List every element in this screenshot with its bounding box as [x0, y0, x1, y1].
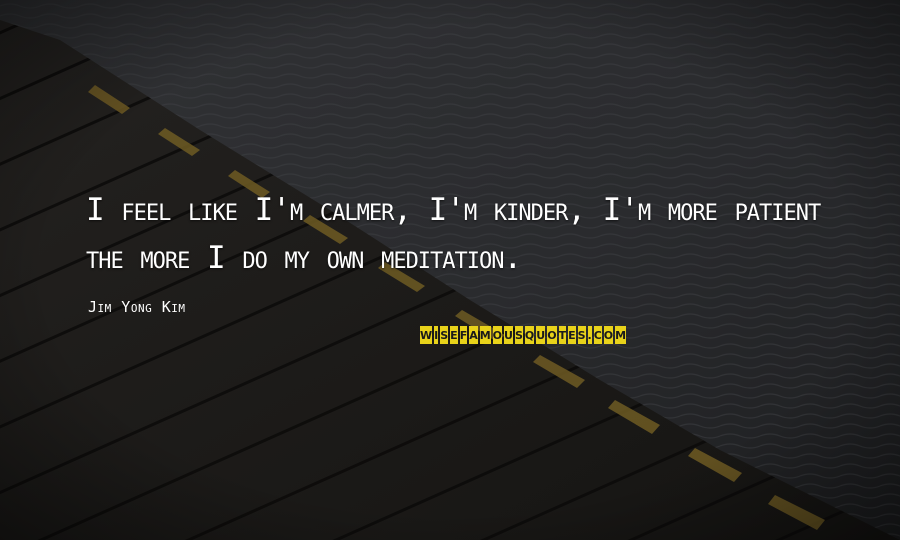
watermark-letter-tile: T [558, 326, 567, 344]
watermark-letter-tile: C [593, 326, 602, 344]
watermark-letter-tile: O [547, 326, 557, 344]
watermark-letter-tile: S [577, 326, 586, 344]
quote-author: Jim Yong Kim [88, 298, 186, 316]
watermark-letter-tile: U [536, 326, 546, 344]
watermark-letter-tile: M [615, 326, 627, 344]
watermark-letter-tile: A [469, 326, 478, 344]
watermark-letter-tile: F [459, 326, 468, 344]
watermark-letter-tile: W [420, 326, 433, 344]
watermark-letter-tile: O [603, 326, 614, 344]
watermark-letter-tile: M [479, 326, 491, 344]
watermark-letter-tile: U [504, 326, 513, 344]
wisefamousquotes-watermark-logo: WISEFAMOUSQUOTES.COM [420, 326, 627, 344]
watermark-letter-tile: S [514, 326, 523, 344]
watermark-letter-tile: I [434, 326, 439, 344]
watermark-letter-tile: Q [524, 326, 535, 344]
watermark-letter-tile: S [440, 326, 449, 344]
watermark-letter-tile: E [568, 326, 576, 344]
quote-text: I feel like I'm calmer, I'm kinder, I'm … [86, 192, 821, 276]
watermark-letter-tile: O [492, 326, 503, 344]
watermark-letter-tile: . [587, 326, 592, 344]
watermark-letter-tile: E [450, 326, 458, 344]
quote-image: I feel like I'm calmer, I'm kinder, I'm … [0, 0, 900, 540]
